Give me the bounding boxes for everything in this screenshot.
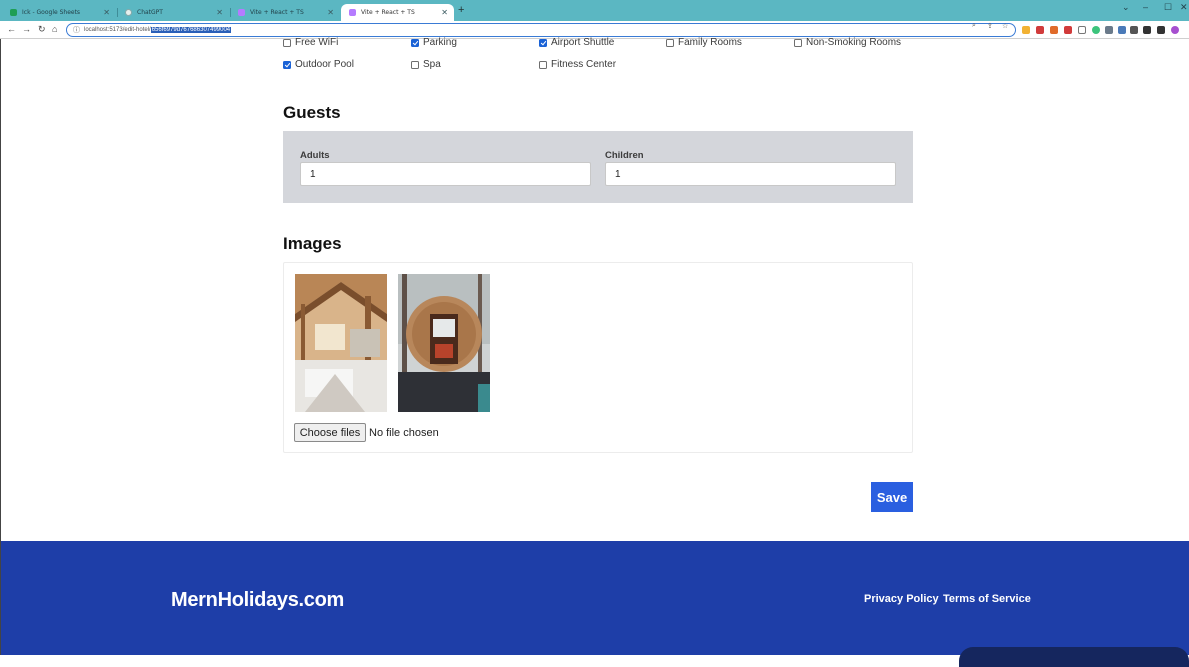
vite-icon bbox=[238, 9, 245, 16]
checkbox[interactable] bbox=[411, 60, 419, 69]
children-label: Children bbox=[605, 150, 644, 161]
checkbox[interactable] bbox=[283, 60, 291, 69]
adults-label: Adults bbox=[300, 150, 330, 161]
children-input[interactable]: 1 bbox=[605, 162, 896, 186]
facility-free-wifi[interactable]: Free WiFi bbox=[283, 37, 338, 48]
facility-non-smoking-rooms[interactable]: Non-Smoking Rooms bbox=[794, 37, 901, 48]
extension-icon[interactable] bbox=[1078, 26, 1086, 34]
facility-airport-shuttle[interactable]: Airport Shuttle bbox=[539, 37, 614, 48]
tab-vite-1[interactable]: Vite + React + TS ✕ bbox=[230, 4, 340, 21]
save-button[interactable]: Save bbox=[871, 482, 913, 512]
bookmark-star-icon[interactable]: ☆ bbox=[1002, 22, 1008, 30]
facility-outdoor-pool[interactable]: Outdoor Pool bbox=[283, 59, 354, 70]
close-tab-icon[interactable]: ✕ bbox=[103, 8, 110, 17]
new-tab-button[interactable]: + bbox=[458, 4, 464, 16]
hotel-image-thumbnail[interactable] bbox=[398, 274, 490, 412]
site-info-icon[interactable]: ⓘ bbox=[73, 25, 80, 35]
checkbox[interactable] bbox=[411, 38, 419, 47]
tab-label: Vite + React + TS bbox=[361, 9, 415, 16]
close-tab-icon[interactable]: ✕ bbox=[327, 8, 334, 17]
chatgpt-icon bbox=[125, 9, 132, 16]
guests-heading: Guests bbox=[283, 103, 341, 122]
footer-brand[interactable]: MernHolidays.com bbox=[171, 589, 344, 612]
floating-widget bbox=[959, 647, 1189, 667]
extension-icon[interactable] bbox=[1064, 26, 1072, 34]
extension-icon[interactable] bbox=[1105, 26, 1113, 34]
facility-parking[interactable]: Parking bbox=[411, 37, 457, 48]
checkbox[interactable] bbox=[539, 60, 547, 69]
cabin-interior-image bbox=[295, 274, 387, 412]
images-heading: Images bbox=[283, 234, 342, 253]
extension-icon[interactable] bbox=[1118, 26, 1126, 34]
facility-label: Free WiFi bbox=[295, 37, 339, 48]
facility-label: Parking bbox=[423, 37, 457, 48]
facility-label: Airport Shuttle bbox=[551, 37, 615, 48]
tab-label: ChatGPT bbox=[137, 9, 163, 16]
maximize-button[interactable]: ☐ bbox=[1164, 2, 1172, 13]
facility-fitness-center[interactable]: Fitness Center bbox=[539, 59, 616, 70]
forward-icon[interactable]: → bbox=[22, 24, 31, 34]
checkbox[interactable] bbox=[666, 38, 674, 47]
extension-icon[interactable] bbox=[1092, 26, 1100, 34]
privacy-policy-link[interactable]: Privacy Policy bbox=[864, 593, 939, 605]
page-content: Free WiFi Parking Airport Shuttle Family… bbox=[0, 37, 1189, 667]
profile-avatar[interactable] bbox=[1171, 26, 1179, 34]
url-prefix: localhost:5173/edit-hotel/ bbox=[84, 27, 151, 33]
site-footer: MernHolidays.com Privacy Policy Terms of… bbox=[1, 541, 1189, 667]
tab-google-sheets[interactable]: Ick - Google Sheets ✕ bbox=[2, 4, 116, 21]
url-selected-text: 656f6979d767686307499004 bbox=[150, 27, 232, 33]
hotel-image-thumbnail[interactable] bbox=[295, 274, 387, 412]
sheets-icon bbox=[10, 9, 17, 16]
facility-label: Family Rooms bbox=[678, 37, 742, 48]
vite-icon bbox=[349, 9, 356, 16]
barrel-sauna-image bbox=[398, 274, 490, 412]
facility-spa[interactable]: Spa bbox=[411, 59, 441, 70]
tab-label: Ick - Google Sheets bbox=[22, 9, 81, 16]
file-status-text: No file chosen bbox=[369, 427, 439, 439]
checkbox[interactable] bbox=[283, 38, 291, 47]
browser-tab-bar: Ick - Google Sheets ✕ ChatGPT ✕ Vite + R… bbox=[0, 0, 1189, 21]
close-tab-icon[interactable]: ✕ bbox=[216, 8, 223, 17]
facility-label: Outdoor Pool bbox=[295, 59, 354, 70]
close-tab-icon[interactable]: ✕ bbox=[441, 8, 448, 17]
zoom-icon[interactable]: ⌕ bbox=[972, 22, 976, 30]
close-window-button[interactable]: ✕ bbox=[1180, 2, 1188, 13]
guests-panel: Adults 1 Children 1 bbox=[283, 131, 913, 203]
extension-icon[interactable] bbox=[1050, 26, 1058, 34]
extensions-puzzle-icon[interactable] bbox=[1143, 26, 1151, 34]
checkbox[interactable] bbox=[539, 38, 547, 47]
address-bar[interactable]: ⓘ localhost:5173/edit-hotel/ 656f6979d76… bbox=[66, 23, 1016, 37]
choose-files-button[interactable]: Choose files bbox=[294, 423, 366, 442]
facility-label: Fitness Center bbox=[551, 59, 617, 70]
tab-chatgpt[interactable]: ChatGPT ✕ bbox=[117, 4, 229, 21]
checkbox[interactable] bbox=[794, 38, 802, 47]
minimize-button[interactable]: – bbox=[1143, 2, 1148, 12]
extension-icon[interactable] bbox=[1036, 26, 1044, 34]
tab-search-icon[interactable]: ⌄ bbox=[1122, 2, 1130, 13]
tab-label: Vite + React + TS bbox=[250, 9, 304, 16]
home-icon[interactable]: ⌂ bbox=[52, 24, 57, 34]
share-icon[interactable]: ⇪ bbox=[987, 22, 993, 30]
side-panel-icon[interactable] bbox=[1157, 26, 1165, 34]
terms-of-service-link[interactable]: Terms of Service bbox=[943, 593, 1031, 605]
extension-icon[interactable] bbox=[1022, 26, 1030, 34]
adults-input[interactable]: 1 bbox=[300, 162, 591, 186]
facility-label: Spa bbox=[423, 59, 441, 70]
reload-icon[interactable]: ↻ bbox=[38, 24, 46, 35]
back-icon[interactable]: ← bbox=[7, 24, 16, 34]
tab-vite-active[interactable]: Vite + React + TS ✕ bbox=[341, 4, 454, 21]
facility-family-rooms[interactable]: Family Rooms bbox=[666, 37, 742, 48]
facility-label: Non-Smoking Rooms bbox=[806, 37, 902, 48]
extension-icon[interactable] bbox=[1130, 26, 1138, 34]
